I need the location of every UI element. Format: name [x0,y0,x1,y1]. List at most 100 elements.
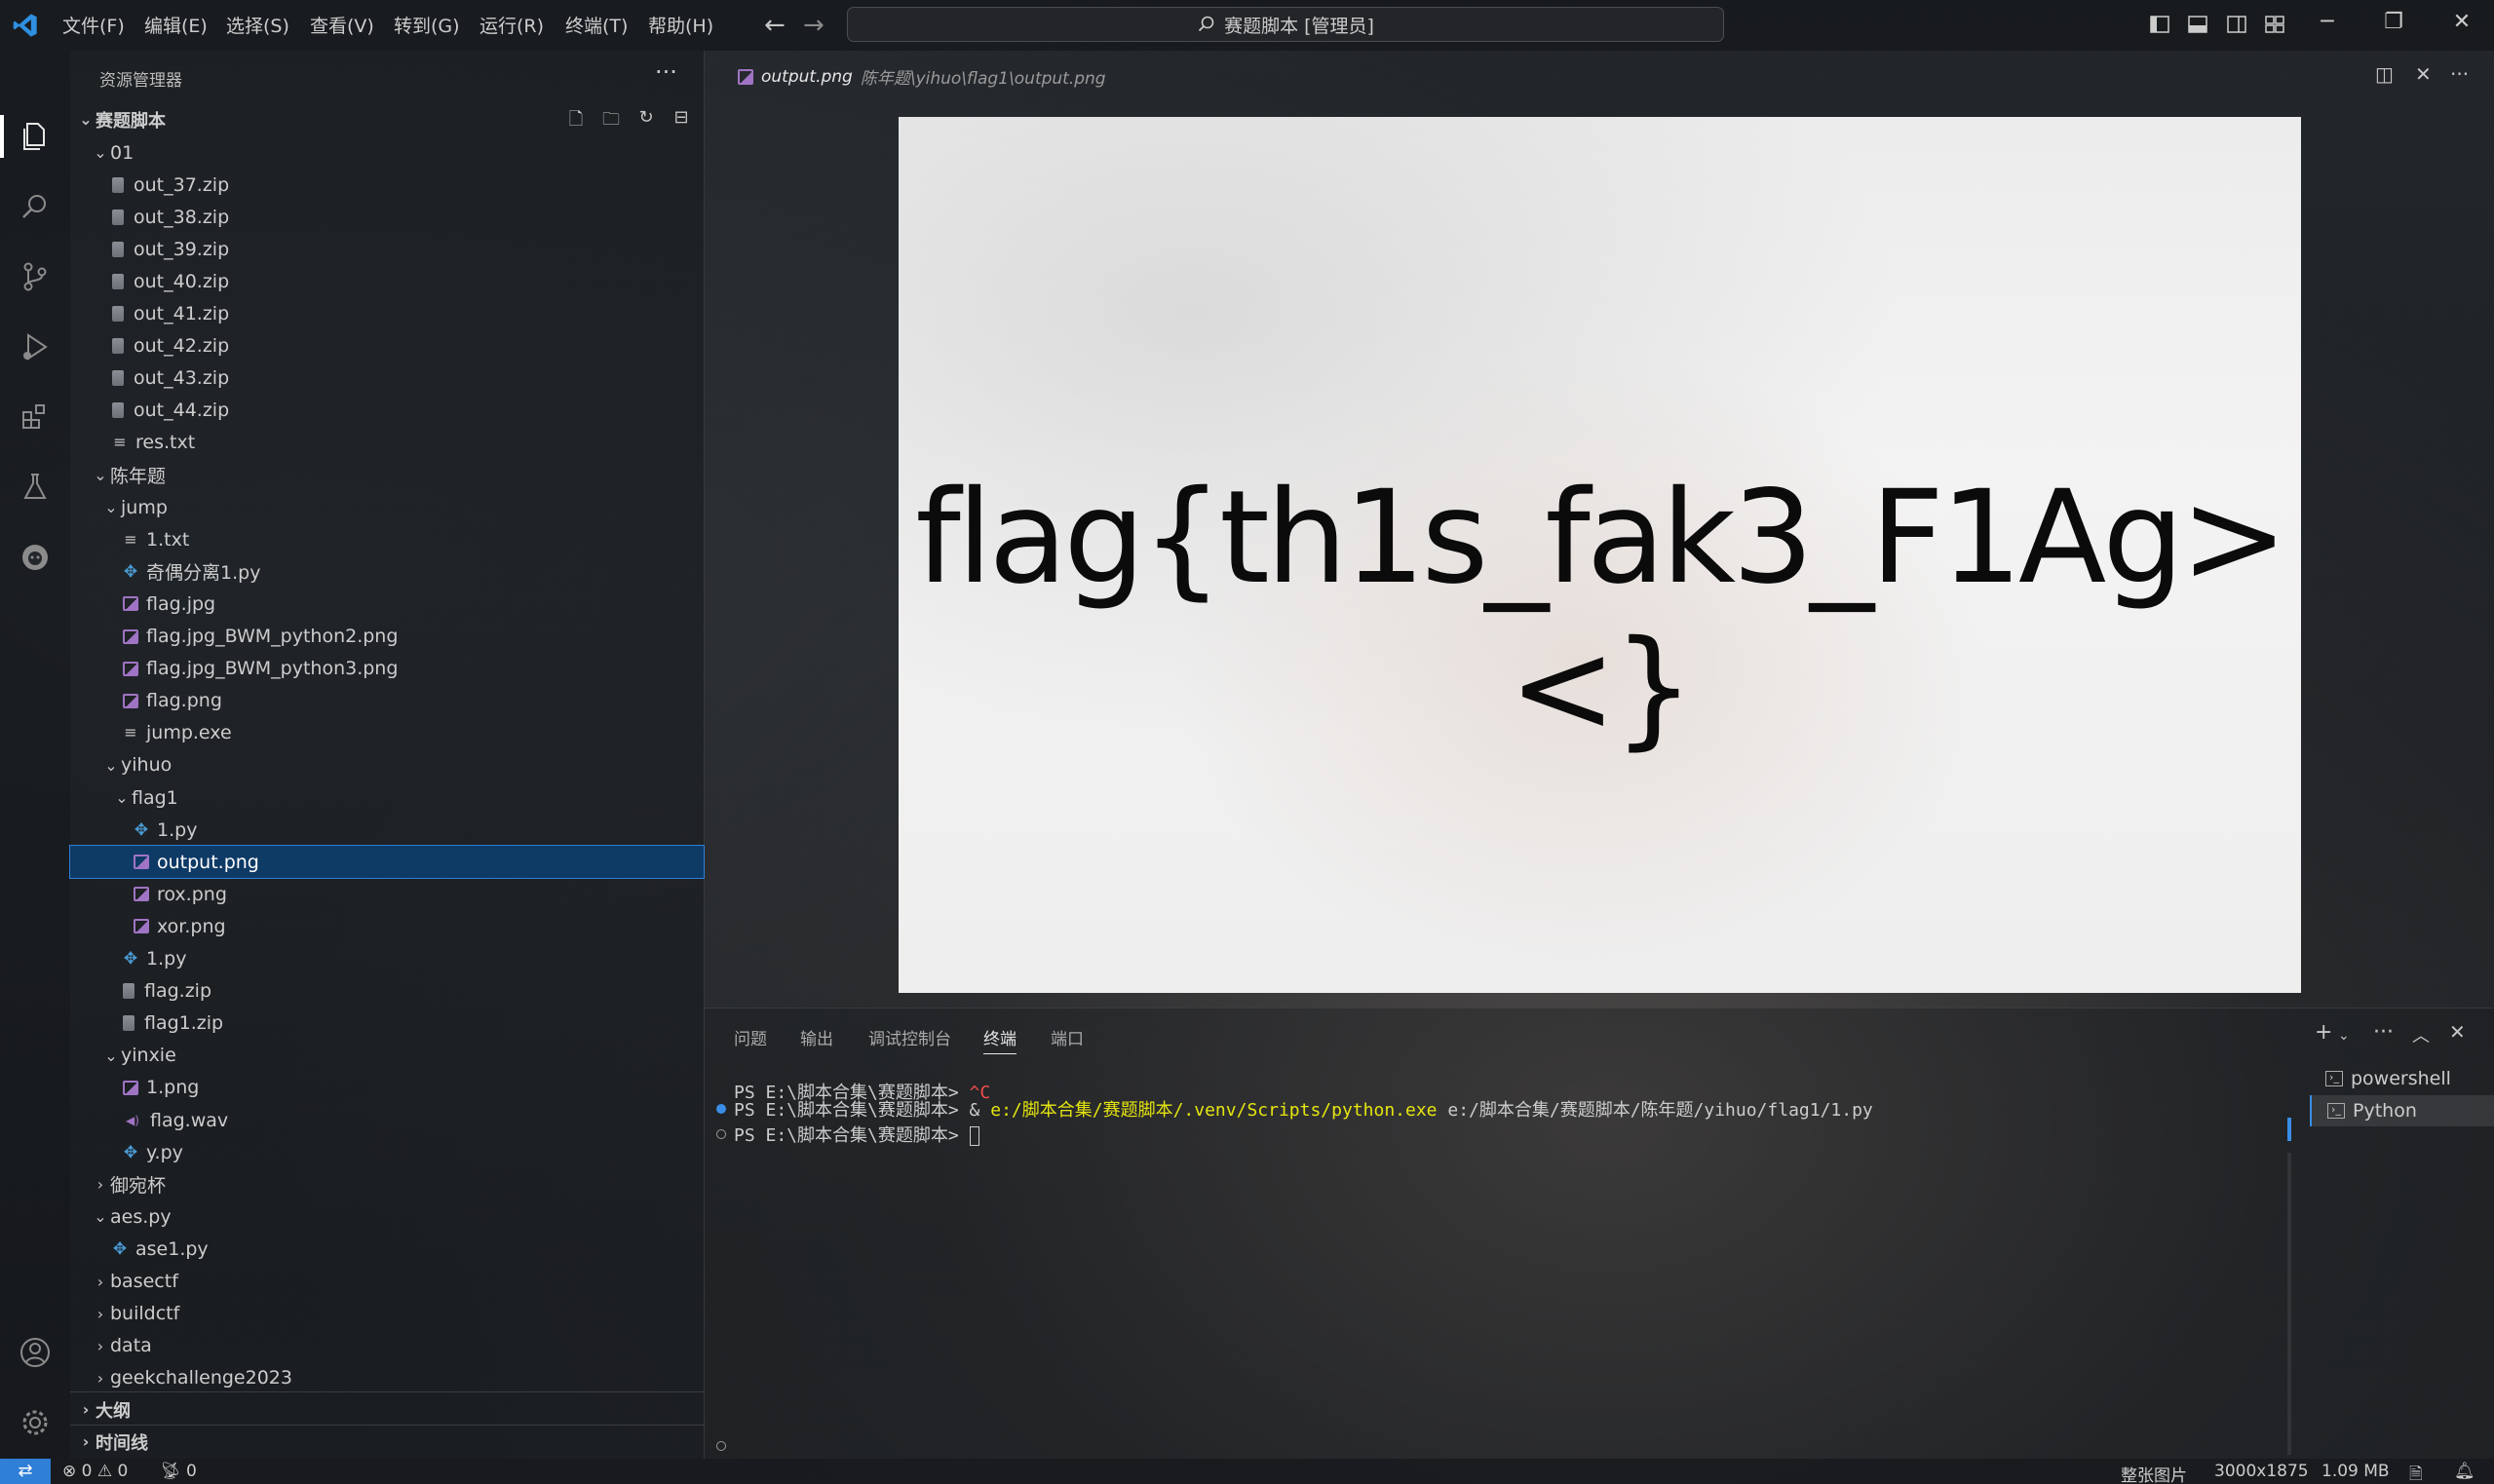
tree-file[interactable]: ≡ 1.txt [70,523,704,555]
tree-file[interactable]: ✥ ase1.py [70,1233,704,1265]
menu-terminal[interactable]: 终端(T) [565,12,628,38]
tree-file[interactable]: 1.png [70,1072,704,1104]
menu-file[interactable]: 文件(F) [62,12,125,38]
editor-tab-output-png[interactable]: output.png 陈年题\yihuo\flag1\output.png [738,64,1106,89]
tab-terminal[interactable]: 终端 [983,1025,1017,1054]
tree-file[interactable]: ✥ 奇偶分离1.py [70,555,704,588]
tree-file[interactable]: out_43.zip [70,362,704,395]
problems-status[interactable]: ⊗ 0 ⚠ 0 [62,1462,128,1481]
menu-edit[interactable]: 编辑(E) [144,12,208,38]
tree-folder[interactable]: › buildctf [70,1298,704,1330]
tree-file[interactable]: ≡ jump.exe [70,717,704,749]
more-actions-icon[interactable]: ··· [2373,1020,2394,1045]
tree-file[interactable]: ✥ y.py [70,1136,704,1168]
close-panel-icon[interactable]: ✕ [2449,1020,2466,1044]
back-arrow-icon[interactable]: ← [764,11,786,40]
tree-file[interactable]: flag.jpg [70,588,704,620]
tree-file[interactable]: out_40.zip [70,265,704,297]
remote-indicator-icon[interactable]: ⇄ [0,1459,51,1484]
new-terminal-icon[interactable]: + [2315,1020,2332,1045]
tree-file[interactable]: flag1.zip [70,1008,704,1040]
more-actions-icon[interactable]: ··· [655,58,677,86]
settings-gear-icon[interactable] [16,1403,55,1442]
tree-file[interactable]: output.png [69,845,705,880]
menu-help[interactable]: 帮助(H) [648,12,713,38]
zip-file-icon [112,273,124,289]
tab-output[interactable]: 输出 [800,1025,833,1049]
tree-folder[interactable]: ⌄ 01 [70,136,704,169]
toggle-secondary-sidebar-icon[interactable] [2226,14,2247,35]
tree-file[interactable]: flag.png [70,685,704,717]
terminal-scrollbar[interactable] [2287,1153,2291,1455]
tree-file[interactable]: xor.png [70,910,704,942]
menu-view[interactable]: 查看(V) [310,12,374,38]
refresh-icon[interactable]: ↻ [635,107,657,129]
tree-file[interactable]: out_44.zip [70,395,704,427]
source-control-icon[interactable] [16,257,55,296]
tree-folder[interactable]: ⌄ yinxie [70,1040,704,1072]
tree-file[interactable]: rox.png [70,878,704,910]
tree-file[interactable]: flag.jpg_BWM_python3.png [70,653,704,685]
feedback-icon[interactable]: 🗎 [2409,1462,2423,1484]
terminal-item-powershell[interactable]: ›_ powershell [2310,1063,2494,1094]
command-center-search[interactable]: 赛题脚本 [管理员] [847,7,1724,42]
image-preview[interactable]: flag{th1s_fak3_F1Ag><} [899,117,2301,993]
tree-folder[interactable]: ⌄ yihuo [70,749,704,781]
search-icon[interactable] [16,187,55,226]
forward-arrow-icon[interactable]: → [803,11,825,40]
timeline-section[interactable]: › 时间线 [70,1426,704,1458]
minimize-icon[interactable]: ─ [2308,10,2347,34]
outline-section[interactable]: › 大纲 [70,1393,704,1426]
collapse-all-icon[interactable]: ⊟ [671,107,692,129]
maximize-panel-icon[interactable]: ︿ [2412,1022,2430,1047]
tab-problems[interactable]: 问题 [734,1025,767,1049]
testing-icon[interactable] [16,468,55,507]
tree-file[interactable]: ✥ 1.py [70,814,704,846]
tree-file[interactable]: flag.jpg_BWM_python2.png [70,621,704,653]
image-zoom-mode[interactable]: 整张图片 [2121,1462,2187,1484]
tree-file[interactable]: out_42.zip [70,330,704,362]
tree-file[interactable]: flag.zip [70,975,704,1008]
tree-file[interactable]: out_37.zip [70,169,704,201]
chevron-right-icon: › [96,1304,104,1323]
terminal-item-python[interactable]: ›_ Python [2310,1095,2494,1126]
restore-icon[interactable]: ❐ [2374,10,2413,34]
tree-folder[interactable]: › data [70,1330,704,1362]
tree-folder[interactable]: › 御宛杯 [70,1168,704,1200]
close-editor-icon[interactable]: ✕ [2415,62,2432,86]
tree-file[interactable]: out_39.zip [70,233,704,265]
notifications-bell-icon[interactable]: 🔔︎ [2454,1462,2475,1481]
tree-file[interactable]: ✥ 1.py [70,943,704,975]
more-actions-icon[interactable]: ··· [2450,62,2469,86]
toggle-primary-sidebar-icon[interactable] [2149,14,2170,35]
ports-status[interactable]: 📡︎ 0 [160,1462,197,1481]
explorer-icon[interactable] [16,117,55,156]
menu-selection[interactable]: 选择(S) [226,12,289,38]
chevron-down-icon[interactable]: ⌄ [2338,1028,2350,1044]
tree-file[interactable]: out_41.zip [70,298,704,330]
split-editor-icon[interactable]: ◫ [2375,62,2394,86]
toggle-panel-icon[interactable] [2187,14,2208,35]
tree-folder[interactable]: ⌄ 陈年题 [70,459,704,491]
tree-file[interactable]: out_38.zip [70,201,704,233]
run-debug-icon[interactable] [16,327,55,366]
tree-folder[interactable]: ⌄ aes.py [70,1200,704,1233]
customize-layout-icon[interactable] [2264,14,2285,35]
extensions-icon[interactable] [16,398,55,437]
tab-debug-console[interactable]: 调试控制台 [868,1025,951,1049]
tree-item-label: y.py [146,1141,183,1163]
account-icon[interactable] [16,1333,55,1372]
tree-folder[interactable]: ⌄ flag1 [70,781,704,814]
menu-go[interactable]: 转到(G) [394,12,460,38]
tree-folder[interactable]: ⌄ jump [70,491,704,523]
menu-run[interactable]: 运行(R) [480,12,544,38]
github-icon[interactable] [16,538,55,577]
tree-file[interactable]: ≡ res.txt [70,427,704,459]
tree-folder[interactable]: › basectf [70,1266,704,1298]
tab-ports[interactable]: 端口 [1051,1025,1084,1049]
new-folder-icon[interactable]: 🗀 [600,107,622,130]
close-window-icon[interactable]: ✕ [2442,10,2481,34]
tree-folder[interactable]: › geekchallenge2023 [70,1362,704,1394]
tree-file[interactable]: ◀) flag.wav [70,1104,704,1136]
new-file-icon[interactable]: 🗋 [565,107,587,130]
